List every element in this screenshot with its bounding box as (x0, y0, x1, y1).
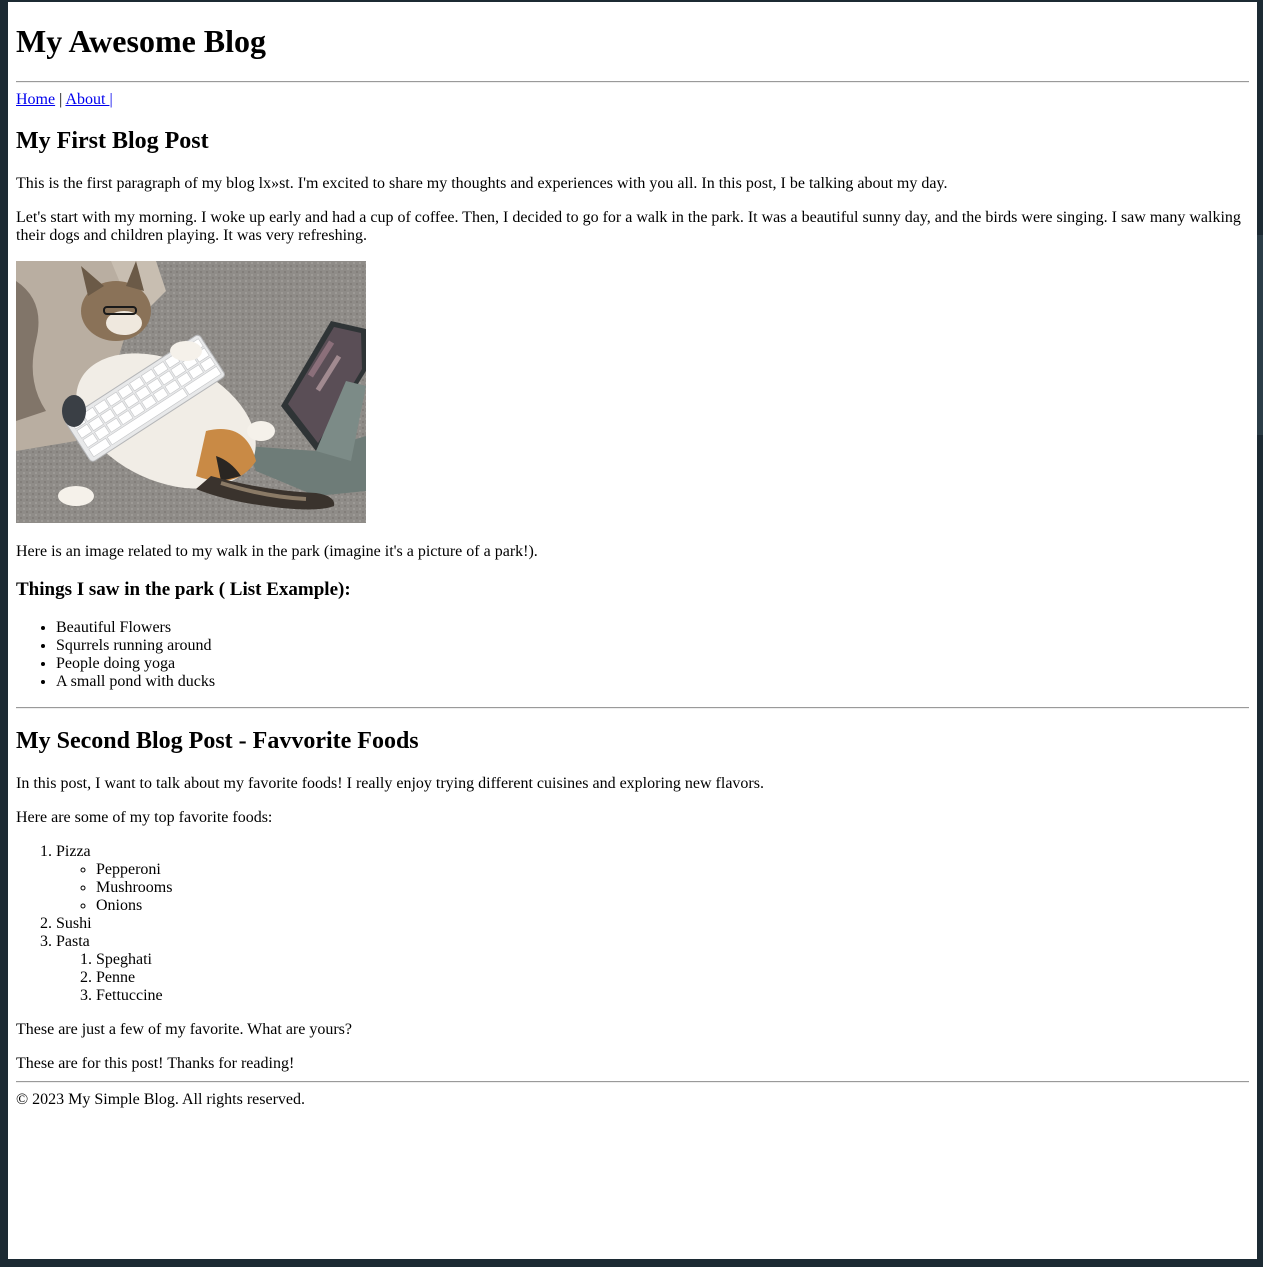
list-item: Fettuccine (96, 987, 1249, 1005)
list-item: People doing yoga (56, 655, 1249, 673)
park-list: Beautiful Flowers Squrrels running aroun… (16, 619, 1249, 691)
browser-viewport: My Awesome Blog Home | About | My First … (8, 2, 1257, 1259)
cat-with-keyboard-image (16, 261, 366, 523)
list-item: Pizza Pepperoni Mushrooms Onions (56, 843, 1249, 915)
cat-with-keyboard-illustration (16, 261, 366, 523)
site-header: My Awesome Blog Home | About | (16, 23, 1249, 109)
list-item: Beautiful Flowers (56, 619, 1249, 637)
site-footer: © 2023 My Simple Blog. All rights reserv… (16, 1091, 1249, 1109)
copyright-text: © 2023 My Simple Blog. All rights reserv… (16, 1091, 306, 1108)
food-name: Sushi (56, 915, 92, 932)
post-paragraph: This is the first paragraph of my blog l… (16, 175, 948, 192)
post-paragraph: Here are some of my top favorite foods: (16, 809, 273, 826)
image-caption: Here is an image related to my walk in t… (16, 543, 538, 560)
list-heading: Things I saw in the park ( List Example)… (16, 579, 351, 600)
post-paragraph: Let's start with my morning. I woke up e… (16, 209, 1241, 244)
list-item: Speghati (96, 951, 1249, 969)
post-divider (16, 707, 1249, 709)
list-item: Penne (96, 969, 1249, 987)
nav-link-about[interactable]: About (65, 91, 109, 108)
favorite-foods-list: Pizza Pepperoni Mushrooms Onions Sushi P… (16, 843, 1249, 1005)
nav-link-home[interactable]: Home (16, 91, 55, 108)
pizza-toppings-list: Pepperoni Mushrooms Onions (56, 861, 1249, 915)
main-nav: Home | About | (16, 91, 1249, 109)
list-item: Squrrels running around (56, 637, 1249, 655)
list-item: Pasta Speghati Penne Fettuccine (56, 933, 1249, 1005)
site-title: My Awesome Blog (16, 23, 267, 59)
list-item: Pepperoni (96, 861, 1249, 879)
nav-separator: | (109, 91, 113, 108)
post-title: My First Blog Post (16, 128, 209, 154)
post-paragraph: These are just a few of my favorite. Wha… (16, 1021, 353, 1038)
post-paragraph: These are for this post! Thanks for read… (16, 1055, 295, 1072)
list-item: A small pond with ducks (56, 673, 1249, 691)
food-name: Pizza (56, 843, 91, 860)
footer-divider (16, 1081, 1249, 1083)
list-item: Mushrooms (96, 879, 1249, 897)
blog-post-1: My First Blog Post This is the first par… (16, 127, 1249, 691)
list-item: Onions (96, 897, 1249, 915)
list-item: Sushi (56, 915, 1249, 933)
blog-post-2: My Second Blog Post - Favvorite Foods In… (16, 727, 1249, 1073)
pasta-types-list: Speghati Penne Fettuccine (56, 951, 1249, 1005)
food-name: Pasta (56, 933, 90, 950)
nav-separator: | (55, 91, 66, 108)
header-divider (16, 81, 1249, 83)
post-title: My Second Blog Post - Favvorite Foods (16, 728, 419, 754)
post-paragraph: In this post, I want to talk about my fa… (16, 775, 764, 792)
page-body: My Awesome Blog Home | About | My First … (8, 23, 1257, 1109)
